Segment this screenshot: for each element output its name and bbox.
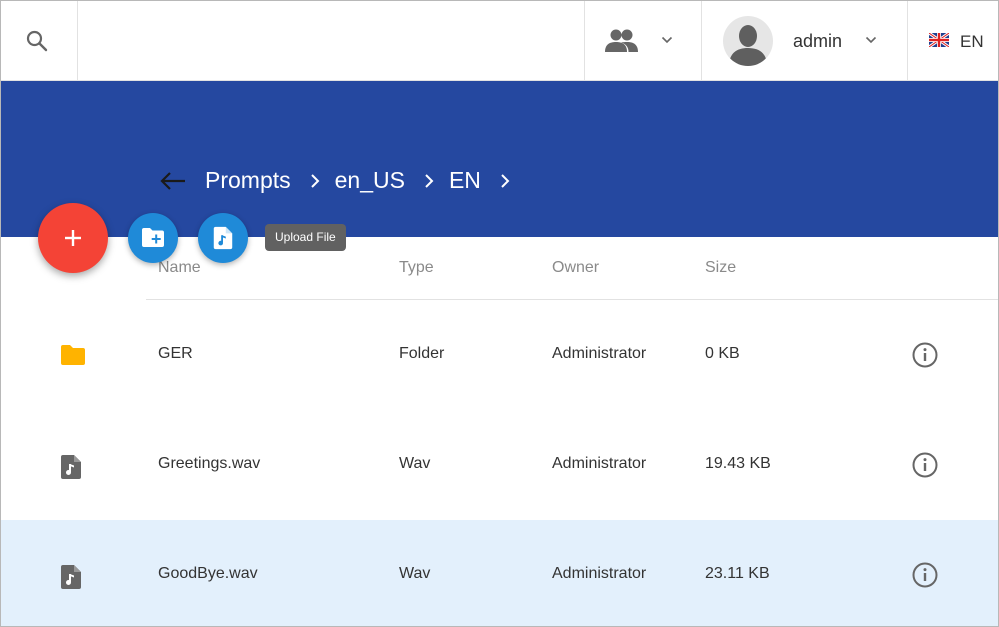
row-name: GER bbox=[158, 345, 193, 362]
table-row[interactable]: GER Folder Administrator 0 KB bbox=[1, 300, 998, 410]
app-window: admin EN Prompts en_US EN Name Type Owne… bbox=[0, 0, 999, 627]
upload-file-button[interactable] bbox=[198, 213, 248, 263]
column-header-name[interactable]: Name bbox=[158, 259, 201, 277]
language-selector[interactable]: EN bbox=[908, 1, 998, 80]
row-size: 19.43 KB bbox=[705, 455, 771, 472]
language-label: EN bbox=[960, 32, 984, 51]
audio-file-icon bbox=[61, 455, 81, 479]
row-name: GoodBye.wav bbox=[158, 565, 258, 582]
breadcrumb-item-en[interactable]: EN bbox=[449, 167, 481, 194]
info-icon[interactable] bbox=[911, 561, 939, 589]
table-row[interactable]: Greetings.wav Wav Administrator 19.43 KB bbox=[1, 410, 998, 520]
new-folder-button[interactable] bbox=[128, 213, 178, 263]
info-icon[interactable] bbox=[911, 341, 939, 369]
row-owner: Administrator bbox=[552, 345, 647, 362]
row-type: Wav bbox=[399, 455, 431, 472]
info-icon[interactable] bbox=[911, 451, 939, 479]
search-icon bbox=[26, 30, 48, 52]
uk-flag-icon bbox=[929, 33, 949, 47]
row-type: Folder bbox=[399, 345, 445, 362]
breadcrumb-item-en-us[interactable]: en_US bbox=[335, 167, 405, 194]
audio-file-icon bbox=[213, 226, 233, 250]
create-folder-icon bbox=[142, 228, 164, 247]
search-button[interactable] bbox=[1, 1, 78, 80]
user-groups-menu[interactable] bbox=[584, 1, 702, 80]
back-arrow-icon[interactable] bbox=[159, 171, 187, 191]
chevron-right-icon bbox=[310, 173, 320, 188]
column-header-owner[interactable]: Owner bbox=[552, 259, 599, 277]
audio-file-icon bbox=[61, 565, 81, 589]
chevron-down-icon bbox=[865, 36, 877, 44]
column-header-size[interactable]: Size bbox=[705, 259, 736, 277]
row-type: Wav bbox=[399, 565, 431, 582]
add-button[interactable] bbox=[38, 203, 108, 273]
column-header-type[interactable]: Type bbox=[399, 259, 434, 277]
upload-file-tooltip: Upload File bbox=[265, 224, 346, 251]
row-owner: Administrator bbox=[552, 565, 647, 582]
person-silhouette-icon bbox=[729, 25, 767, 66]
username-label: admin bbox=[793, 31, 843, 51]
avatar bbox=[723, 16, 773, 66]
row-name: Greetings.wav bbox=[158, 455, 261, 472]
folder-icon bbox=[61, 345, 85, 365]
chevron-right-icon bbox=[501, 173, 510, 188]
chevron-right-icon bbox=[425, 173, 434, 188]
chevron-down-icon bbox=[661, 36, 673, 44]
breadcrumb-item-prompts[interactable]: Prompts bbox=[205, 167, 291, 194]
breadcrumb: Prompts en_US EN bbox=[159, 167, 525, 194]
row-owner: Administrator bbox=[552, 455, 647, 472]
people-icon bbox=[605, 29, 638, 52]
plus-icon bbox=[65, 230, 81, 246]
top-bar: admin EN bbox=[1, 1, 998, 81]
table-row[interactable]: GoodBye.wav Wav Administrator 23.11 KB bbox=[1, 520, 998, 626]
row-size: 23.11 KB bbox=[705, 565, 770, 582]
user-menu[interactable]: admin bbox=[702, 1, 908, 80]
row-size: 0 KB bbox=[705, 345, 740, 362]
